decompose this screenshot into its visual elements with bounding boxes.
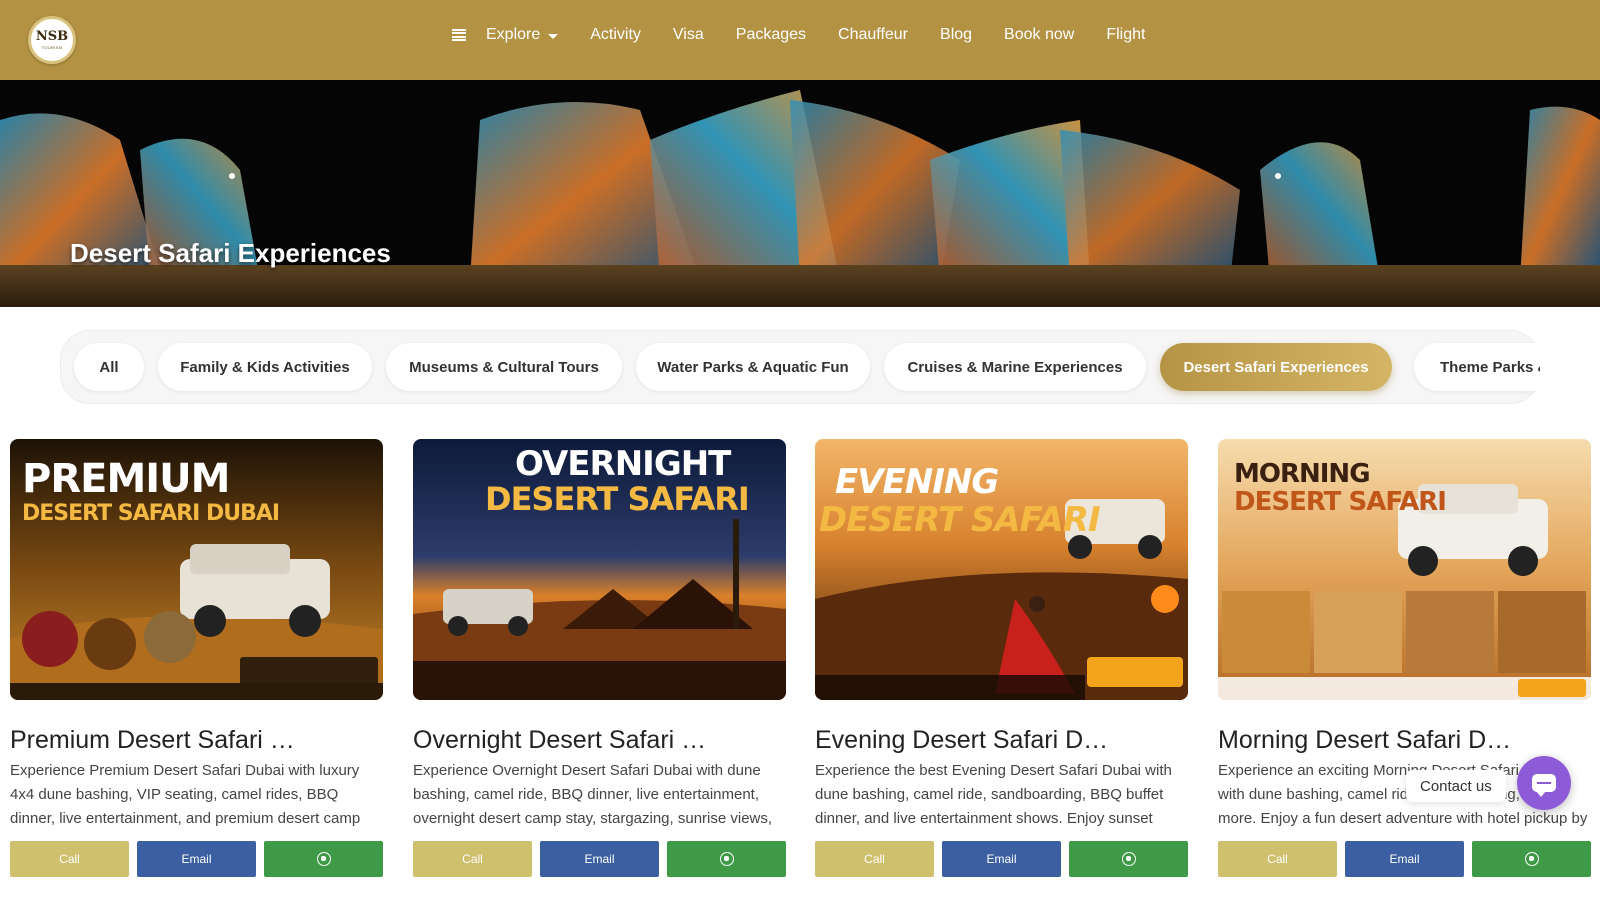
tour-image[interactable]: MORNING DESERT SAFARI <box>1218 439 1591 700</box>
tour-image[interactable]: PREMIUM DESERT SAFARI DUBAI <box>10 439 383 700</box>
call-button[interactable]: Call <box>413 841 532 877</box>
tour-title[interactable]: Overnight Desert Safari … <box>413 726 713 755</box>
filter-desert-safari[interactable]: Desert Safari Experiences <box>1160 343 1392 391</box>
card-actions: Call Email <box>815 841 1188 877</box>
main-nav: Explore Activity Visa Packages Chauffeur… <box>452 0 1177 70</box>
whatsapp-button[interactable] <box>1472 841 1591 877</box>
contact-us-label[interactable]: Contact us <box>1406 770 1506 802</box>
filter-cruises[interactable]: Cruises & Marine Experiences <box>884 343 1146 391</box>
tour-card[interactable]: EVENING DESERT SAFARI Evening Desert Saf… <box>815 439 1188 877</box>
nav-blog[interactable]: Blog <box>940 26 972 44</box>
whatsapp-icon <box>1121 852 1136 866</box>
contact-chat-button[interactable] <box>1517 756 1571 810</box>
nav-flight[interactable]: Flight <box>1106 26 1145 44</box>
image-subline: DESERT SAFARI DUBAI <box>22 501 280 526</box>
email-button[interactable]: Email <box>942 841 1061 877</box>
site-logo[interactable]: NSB TOURISM <box>28 16 76 64</box>
card-actions: Call Email <box>10 841 383 877</box>
tour-description: Experience the best Evening Desert Safar… <box>815 762 1172 827</box>
image-subline: DESERT SAFARI <box>485 480 750 518</box>
tour-title[interactable]: Morning Desert Safari D… <box>1218 726 1518 755</box>
filter-water-parks[interactable]: Water Parks & Aquatic Fun <box>636 343 870 391</box>
card-actions: Call Email <box>1218 841 1591 877</box>
whatsapp-icon <box>1524 852 1539 866</box>
whatsapp-icon <box>316 852 331 866</box>
nav-explore-label: Explore <box>486 26 541 43</box>
filter-museums[interactable]: Museums & Cultural Tours <box>386 343 622 391</box>
call-button[interactable]: Call <box>815 841 934 877</box>
menu-icon[interactable] <box>452 29 466 41</box>
tour-card[interactable]: PREMIUM DESERT SAFARI DUBAI Premium Dese… <box>10 439 383 877</box>
image-headline: PREMIUM <box>22 456 230 502</box>
site-header: NSB TOURISM Explore Activity Visa Packag… <box>0 0 1600 80</box>
tour-card[interactable]: OVERNIGHT DESERT SAFARI Overnight Desert… <box>413 439 786 877</box>
category-filter-bar: All Family & Kids Activities Museums & C… <box>60 330 1540 404</box>
image-headline: MORNING <box>1234 459 1371 489</box>
call-button[interactable]: Call <box>10 841 129 877</box>
filter-all[interactable]: All <box>74 343 144 391</box>
whatsapp-button[interactable] <box>1069 841 1188 877</box>
nav-book-now[interactable]: Book now <box>1004 26 1074 44</box>
logo-subtext: TOURISM <box>41 45 63 50</box>
tour-title[interactable]: Evening Desert Safari D… <box>815 726 1115 755</box>
filter-theme-parks[interactable]: Theme Parks & <box>1414 343 1540 391</box>
tour-title[interactable]: Premium Desert Safari D… <box>10 726 310 755</box>
whatsapp-button[interactable] <box>264 841 383 877</box>
tour-description: Experience Premium Desert Safari Dubai w… <box>10 762 361 827</box>
card-actions: Call Email <box>413 841 786 877</box>
nav-visa[interactable]: Visa <box>673 26 704 44</box>
page-title: Desert Safari Experiences <box>70 238 391 268</box>
nav-explore[interactable]: Explore <box>486 26 559 44</box>
tour-image[interactable]: EVENING DESERT SAFARI <box>815 439 1188 700</box>
filter-family-kids[interactable]: Family & Kids Activities <box>158 343 372 391</box>
email-button[interactable]: Email <box>137 841 256 877</box>
email-button[interactable]: Email <box>540 841 659 877</box>
chat-icon <box>1532 774 1556 797</box>
image-headline: EVENING <box>835 462 999 502</box>
image-subline: DESERT SAFARI <box>1234 487 1447 517</box>
hero-banner: Desert Safari Experiences <box>0 80 1600 307</box>
email-button[interactable]: Email <box>1345 841 1464 877</box>
nav-activity[interactable]: Activity <box>590 26 641 44</box>
whatsapp-icon <box>719 852 734 866</box>
image-headline: OVERNIGHT <box>515 444 731 484</box>
tour-image[interactable]: OVERNIGHT DESERT SAFARI <box>413 439 786 700</box>
tour-description: Experience Overnight Desert Safari Dubai… <box>413 762 773 827</box>
whatsapp-button[interactable] <box>667 841 786 877</box>
hero-image <box>0 80 1600 307</box>
chevron-down-icon <box>548 33 559 39</box>
nav-chauffeur[interactable]: Chauffeur <box>838 26 908 44</box>
nav-packages[interactable]: Packages <box>736 26 806 44</box>
image-subline: DESERT SAFARI <box>819 500 1101 540</box>
logo-text: NSB <box>35 29 69 44</box>
call-button[interactable]: Call <box>1218 841 1337 877</box>
